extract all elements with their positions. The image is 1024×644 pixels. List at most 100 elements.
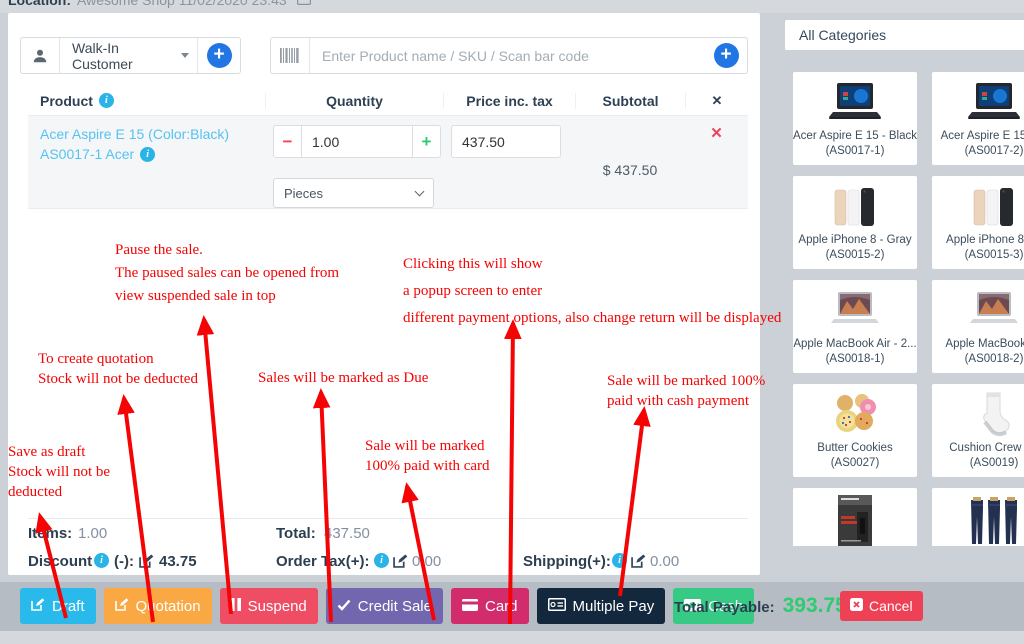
sock-image	[932, 389, 1024, 441]
items-value: 1.00	[78, 525, 107, 542]
product-card[interactable]: Apple MacBook Air - 2... (AS0018-1)	[793, 280, 917, 373]
line-subtotal: $ 437.50	[575, 116, 685, 208]
cart-item-sku[interactable]: AS0017-1 Acer	[40, 144, 255, 164]
cart-table-header: Product Quantity Price inc. tax Subtotal…	[28, 86, 748, 116]
product-name: Butter Cookies	[793, 441, 917, 456]
product-sku: (AS0015-3)	[932, 248, 1024, 263]
cart-row: Acer Aspire E 15 (Color:Black) AS0017-1 …	[28, 116, 748, 209]
add-product-button[interactable]	[714, 43, 739, 68]
product-name: Acer Aspire E 15 - W	[932, 129, 1024, 144]
product-sku: (AS0018-1)	[793, 352, 917, 367]
items-label: Items:	[28, 525, 72, 542]
cancel-x-icon	[850, 598, 863, 614]
column-price: Price inc. tax	[443, 93, 575, 109]
money-check-icon	[548, 598, 566, 615]
product-name: Apple MacBook Air - 2...	[793, 337, 917, 352]
column-subtotal: Subtotal	[575, 93, 685, 109]
total-payable-value: 393.75	[783, 594, 847, 618]
product-name: Cushion Crew So	[932, 441, 1024, 456]
discount-sign: (-):	[114, 553, 134, 570]
product-card[interactable]: Acer Aspire E 15 - Black (AS0017-1)	[793, 72, 917, 165]
product-sku: (AS0015-2)	[793, 248, 917, 263]
column-product: Product	[40, 93, 93, 109]
order-tax-value: 0.00	[412, 553, 441, 570]
discount-value: 43.75	[159, 553, 197, 570]
product-card[interactable]: Apple iPhone 8 - B (AS0015-3)	[932, 176, 1024, 269]
acer-laptop-image	[932, 77, 1024, 129]
draft-button[interactable]: Draft	[20, 588, 96, 624]
product-sku: (AS0018-2)	[932, 352, 1024, 367]
cart-item-name[interactable]: Acer Aspire E 15 (Color:Black)	[40, 124, 255, 144]
product-search-box	[270, 37, 748, 74]
book-cover-image	[793, 493, 917, 546]
top-location-bar: Location: Awesome Shop 11/02/2020 23:43	[0, 0, 1024, 13]
product-name: Apple MacBook Air	[932, 337, 1024, 352]
caret-down-icon	[181, 53, 189, 58]
calendar-icon	[297, 0, 311, 8]
quantity-decrement-button[interactable]: −	[273, 125, 302, 158]
edit-icon	[115, 597, 129, 615]
product-card[interactable]: Apple iPhone 8 - Gray (AS0015-2)	[793, 176, 917, 269]
category-filter[interactable]: All Categories	[785, 20, 1024, 50]
product-card[interactable]	[932, 488, 1024, 546]
location-label: Location:	[8, 0, 71, 8]
edit-icon[interactable]	[139, 553, 154, 573]
remove-line-button[interactable]: ✕	[710, 124, 723, 142]
multiple-pay-button[interactable]: Multiple Pay	[537, 588, 666, 624]
pause-icon	[231, 598, 241, 615]
product-card[interactable]: Cushion Crew So (AS0019)	[932, 384, 1024, 477]
info-icon[interactable]	[94, 553, 109, 568]
product-name: Apple iPhone 8 - B	[932, 233, 1024, 248]
customer-select-box: Walk-In Customer	[20, 37, 241, 74]
customer-dropdown[interactable]: Walk-In Customer	[60, 40, 197, 72]
chevron-down-icon	[415, 186, 425, 196]
totals-divider	[28, 518, 748, 519]
bottom-action-bar: Draft Quotation Suspend Credit Sale Card…	[0, 582, 1024, 631]
macbook-image	[932, 285, 1024, 337]
check-icon	[337, 598, 351, 615]
edit-icon[interactable]	[631, 553, 646, 573]
customer-selected-value: Walk-In Customer	[72, 40, 181, 72]
shipping-value: 0.00	[650, 553, 679, 570]
product-browser-sidebar: All Categories Acer Aspire E 15 - Black …	[777, 13, 1024, 546]
quantity-increment-button[interactable]: +	[412, 125, 441, 158]
product-card[interactable]: Butter Cookies (AS0027)	[793, 384, 917, 477]
column-remove: ✕	[685, 93, 748, 109]
unit-select[interactable]: Pieces	[273, 178, 434, 208]
product-card[interactable]	[793, 488, 917, 546]
credit-sale-button[interactable]: Credit Sale	[326, 588, 443, 624]
product-sku: (AS0027)	[793, 456, 917, 471]
product-search-input[interactable]	[310, 48, 705, 64]
product-name: Acer Aspire E 15 - Black	[793, 129, 917, 144]
info-icon[interactable]	[374, 553, 389, 568]
column-quantity: Quantity	[265, 93, 443, 109]
quantity-input[interactable]	[302, 125, 413, 158]
quotation-button[interactable]: Quotation	[104, 588, 212, 624]
order-tax-label: Order Tax(+):	[276, 553, 370, 570]
macbook-image	[793, 285, 917, 337]
product-sku: (AS0019)	[932, 456, 1024, 471]
card-button[interactable]: Card	[451, 588, 529, 624]
unit-price-input[interactable]	[451, 125, 561, 158]
product-card[interactable]: Apple MacBook Air (AS0018-2)	[932, 280, 1024, 373]
info-icon[interactable]	[612, 553, 627, 568]
discount-label: Discount	[28, 553, 92, 570]
acer-laptop-image	[793, 77, 917, 129]
cancel-button[interactable]: Cancel	[840, 591, 923, 621]
cart-table: Product Quantity Price inc. tax Subtotal…	[28, 86, 748, 209]
total-value: 437.50	[324, 525, 370, 542]
info-icon[interactable]	[99, 93, 114, 108]
product-name: Apple iPhone 8 - Gray	[793, 233, 917, 248]
product-grid: Acer Aspire E 15 - Black (AS0017-1) Acer…	[793, 72, 1024, 546]
edit-icon[interactable]	[393, 553, 408, 573]
info-icon[interactable]	[140, 147, 155, 162]
jeans-image	[932, 493, 1024, 546]
cookies-image	[793, 389, 917, 441]
credit-card-icon	[462, 598, 478, 615]
footer-strip	[0, 631, 1024, 644]
suspend-button[interactable]: Suspend	[220, 588, 318, 624]
shipping-label: Shipping(+):	[523, 553, 611, 570]
edit-icon	[31, 597, 45, 615]
add-customer-button[interactable]	[207, 43, 232, 68]
product-card[interactable]: Acer Aspire E 15 - W (AS0017-2)	[932, 72, 1024, 165]
